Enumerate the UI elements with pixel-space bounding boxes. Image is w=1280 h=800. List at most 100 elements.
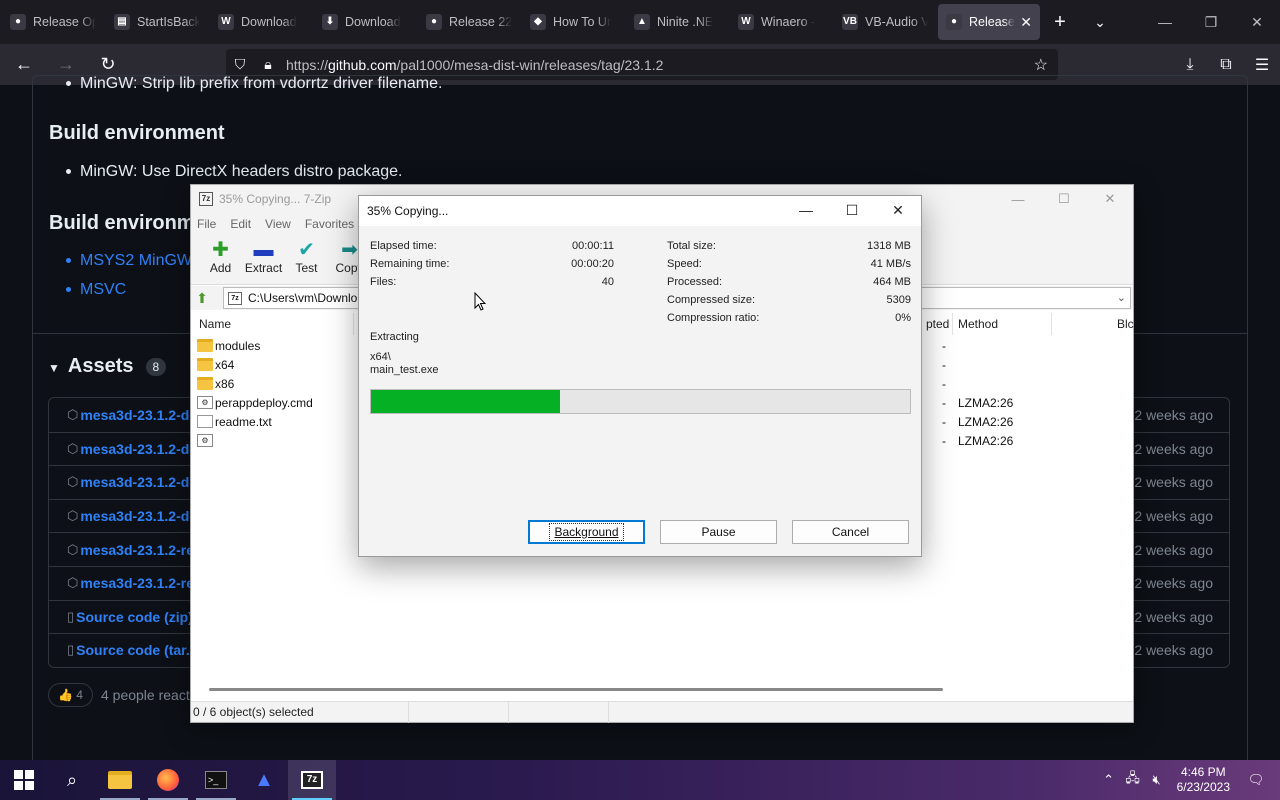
new-tab-icon[interactable]: +	[1040, 11, 1080, 34]
fm-statusbar: 0 / 6 object(s) selected	[191, 701, 1133, 723]
lock-icon[interactable]: 🔒︎	[254, 56, 282, 73]
menu-file[interactable]: File	[197, 217, 216, 231]
add-icon: ✚	[212, 239, 229, 261]
extract-button[interactable]: ▬ Extract	[242, 235, 285, 275]
msvc-link[interactable]: MSVC	[66, 281, 126, 299]
folder-icon	[197, 358, 213, 371]
asset-link[interactable]: Source code (zip)	[76, 609, 193, 625]
7zip-archive-icon: 7z	[228, 291, 242, 305]
taskbar-terminal[interactable]: >_	[192, 760, 240, 800]
folder-up-icon[interactable]: ⬆	[191, 290, 213, 307]
browser-tab[interactable]: ● Release 22	[418, 4, 520, 40]
volume-muted-icon[interactable]: 🔇︎	[1145, 772, 1169, 788]
asset-link[interactable]: mesa3d-23.1.2-de	[80, 508, 197, 524]
search-button[interactable]: ⌕	[48, 760, 96, 800]
browser-tab[interactable]: W Download	[210, 4, 312, 40]
assets-heading[interactable]: ▼ Assets 8	[48, 355, 167, 378]
minimize-icon[interactable]: —	[1142, 0, 1188, 44]
extensions-icon[interactable]: ⧉	[1208, 56, 1244, 74]
network-icon[interactable]: 🖧︎	[1121, 769, 1145, 791]
clock[interactable]: 4:46 PM 6/23/2023	[1177, 765, 1230, 795]
package-icon: ⬡	[67, 474, 79, 490]
asset-link[interactable]: mesa3d-23.1.2-re	[80, 542, 194, 558]
browser-tab[interactable]: ● Release Op	[2, 4, 104, 40]
asset-link[interactable]: mesa3d-23.1.2-de	[80, 474, 197, 490]
asset-link[interactable]: mesa3d-23.1.2-de	[80, 407, 197, 423]
asset-link[interactable]: Source code (tar.	[76, 642, 190, 658]
copy-icon: ➡	[341, 239, 358, 261]
taskbar-app[interactable]: ▲	[240, 760, 288, 800]
asset-link[interactable]: mesa3d-23.1.2-de	[80, 441, 197, 457]
minimize-icon[interactable]: —	[995, 185, 1041, 213]
mouse-cursor-icon	[474, 292, 486, 311]
test-icon: ✔	[298, 239, 315, 261]
tab-label: VB-Audio V	[865, 15, 928, 29]
asset-link[interactable]: mesa3d-23.1.2-re	[80, 575, 194, 591]
horizontal-scrollbar[interactable]	[209, 688, 943, 691]
menu-edit[interactable]: Edit	[230, 217, 251, 231]
file-compressed: -	[942, 395, 946, 410]
restore-icon[interactable]: ❐	[1188, 0, 1234, 44]
downloads-icon[interactable]: ⤓	[1172, 56, 1208, 74]
list-tabs-icon[interactable]: ⌄	[1080, 14, 1120, 31]
package-icon: ⬡	[67, 440, 79, 456]
folder-icon	[197, 377, 213, 390]
compressed-size-label: Compressed size:	[667, 294, 756, 306]
close-icon[interactable]: ✕	[875, 196, 921, 224]
chevron-down-icon[interactable]: ⌄	[1117, 291, 1126, 304]
notifications-icon[interactable]: 🗨︎	[1244, 772, 1268, 788]
github-icon: ●	[426, 14, 442, 30]
taskbar-7zip[interactable]: 7z	[288, 760, 336, 800]
7zip-icon: 7z	[301, 771, 323, 789]
minimize-icon[interactable]: —	[783, 196, 829, 224]
taskbar-file-explorer[interactable]	[96, 760, 144, 800]
assets-count-badge: 8	[145, 357, 167, 376]
fm-title: 35% Copying... 7-Zip	[219, 192, 332, 206]
browser-tab[interactable]: ◆ How To Ur	[522, 4, 624, 40]
background-button[interactable]: Background	[528, 520, 645, 544]
column-name[interactable]: Name	[199, 317, 231, 331]
file-zip-icon: ▯	[67, 642, 75, 658]
column-block[interactable]: Blc	[1117, 317, 1134, 331]
add-button[interactable]: ✚ Add	[199, 235, 242, 275]
taskbar-firefox[interactable]	[144, 760, 192, 800]
close-icon[interactable]: ✕	[1234, 0, 1280, 44]
bookmark-star-icon[interactable]: ☆	[1034, 55, 1048, 75]
github-icon: ●	[946, 14, 962, 30]
url-text[interactable]: https://github.com/pal1000/mesa-dist-win…	[286, 57, 663, 73]
msys2-link[interactable]: MSYS2 MinGW-	[66, 252, 197, 270]
menu-view[interactable]: View	[265, 217, 291, 231]
maximize-icon[interactable]: ☐	[829, 196, 875, 224]
file-compressed: -	[942, 338, 946, 353]
maximize-icon[interactable]: ☐	[1041, 185, 1087, 213]
column-compressed[interactable]: pted	[926, 317, 949, 331]
winaero-icon: W	[218, 14, 234, 30]
browser-tab[interactable]: ⬇ Download	[314, 4, 416, 40]
windows-taskbar: ⌕ >_ ▲ 7z ⌃ 🖧︎ 🔇︎ 4:46 PM 6/23/2023 🗨︎	[0, 760, 1280, 800]
menu-icon[interactable]: ☰	[1244, 55, 1280, 75]
system-tray: ⌃ 🖧︎ 🔇︎ 4:46 PM 6/23/2023 🗨︎	[1097, 760, 1280, 800]
column-method[interactable]: Method	[958, 317, 998, 331]
shield-icon[interactable]: ⛉	[226, 56, 254, 73]
asset-age: 2 weeks ago	[1134, 508, 1213, 525]
start-button[interactable]	[0, 760, 48, 800]
browser-tab[interactable]: W Winaero -	[730, 4, 832, 40]
menu-favorites[interactable]: Favorites	[305, 217, 354, 231]
chevron-up-icon[interactable]: ⌃	[1097, 772, 1121, 788]
browser-tab[interactable]: VB VB-Audio V	[834, 4, 936, 40]
file-name: modules	[215, 338, 261, 353]
pause-button[interactable]: Pause	[660, 520, 777, 544]
close-icon[interactable]: ✕	[1087, 185, 1133, 213]
browser-tab[interactable]: ● Release ✕	[938, 4, 1040, 40]
extract-icon: ▬	[253, 239, 274, 261]
browser-tab[interactable]: ▲ Ninite .NE	[626, 4, 728, 40]
toolbar-label: Add	[209, 261, 232, 275]
dialog-titlebar[interactable]: 35% Copying... — ☐ ✕	[359, 196, 921, 226]
browser-tab[interactable]: ▤ StartIsBack	[106, 4, 208, 40]
test-button[interactable]: ✔ Test	[285, 235, 328, 275]
close-tab-icon[interactable]: ✕	[1020, 14, 1032, 31]
file-compressed: -	[942, 357, 946, 372]
cancel-button[interactable]: Cancel	[792, 520, 909, 544]
thumbs-up-reaction[interactable]: 👍 4	[48, 683, 93, 707]
startisback-icon: ▤	[114, 14, 130, 30]
